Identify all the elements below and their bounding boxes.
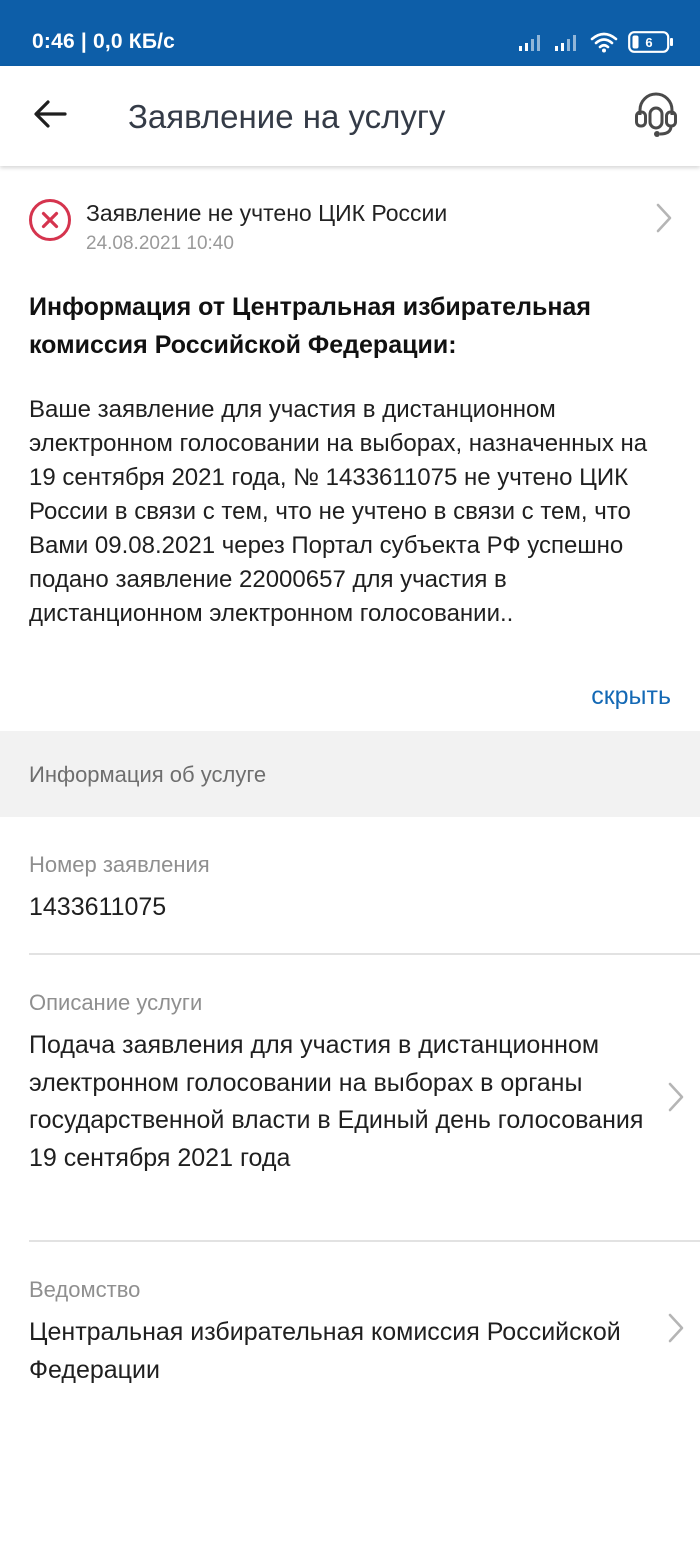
error-circle-icon (28, 198, 72, 242)
row-value: 1433611075 (29, 893, 167, 921)
chevron-right-icon (666, 1312, 686, 1349)
status-notice[interactable]: Заявление не учтено ЦИК России 24.08.202… (0, 166, 700, 266)
row-label: Описание услуги (29, 990, 203, 1015)
row-value: Подача заявления для участия в дистанцио… (29, 1031, 644, 1172)
support-button[interactable] (632, 92, 680, 142)
hide-link[interactable]: скрыть (591, 682, 671, 711)
app-bar: Заявление на услугу (0, 66, 700, 166)
arrow-left-icon (33, 99, 67, 134)
status-icons: 6 (518, 30, 674, 54)
service-description-row[interactable]: Описание услуги Подача заявления для уча… (0, 955, 700, 1241)
headset-icon (633, 91, 679, 144)
status-date: 24.08.2021 10:40 (86, 233, 234, 254)
status-bar: 0:46 | 0,0 КБ/с 6 (0, 0, 700, 66)
chevron-right-icon (654, 202, 674, 239)
chevron-right-icon (666, 1081, 686, 1118)
info-body: Ваше заявление для участия в дистанционн… (29, 396, 648, 627)
status-title: Заявление не учтено ЦИК России (86, 200, 448, 226)
section-title: Информация об услуге (29, 762, 267, 787)
signal-icon (554, 32, 580, 52)
application-number-row: Номер заявления 1433611075 (0, 817, 700, 955)
info-heading: Информация от Центральная избирательная … (29, 293, 591, 359)
section-header: Информация об услуге (0, 731, 700, 817)
back-button[interactable] (24, 92, 76, 140)
battery-level: 6 (645, 34, 653, 50)
agency-row[interactable]: Ведомство Центральная избирательная коми… (0, 1242, 700, 1412)
battery-icon: 6 (628, 31, 674, 53)
signal-icon (518, 32, 544, 52)
status-time: 0:46 | 0,0 КБ/с (32, 30, 176, 53)
row-label: Номер заявления (29, 852, 210, 877)
page-title: Заявление на услугу (128, 98, 446, 135)
wifi-icon (590, 31, 618, 53)
row-value: Центральная избирательная комиссия Росси… (29, 1318, 621, 1384)
row-label: Ведомство (29, 1277, 141, 1302)
